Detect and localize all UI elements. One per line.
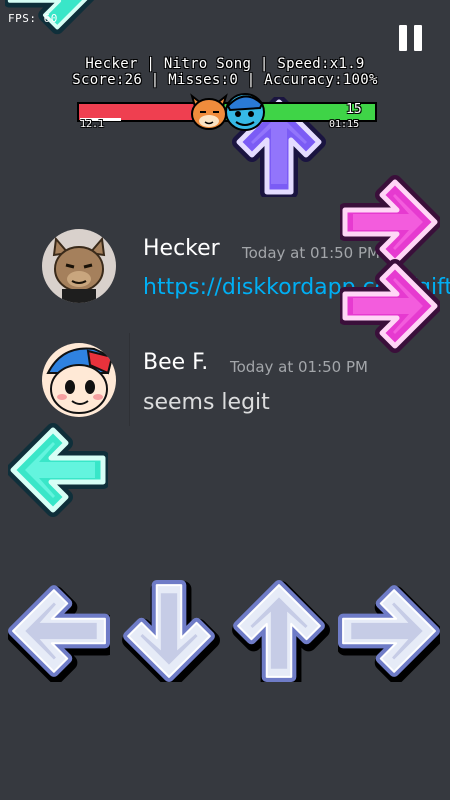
song-info: Hecker | Nitro Song | Speed:x1.9 [85, 56, 365, 72]
receptor-up[interactable] [228, 580, 330, 682]
note-right-falling [340, 256, 440, 356]
receptor-left[interactable] [8, 580, 110, 682]
avatar[interactable] [42, 343, 116, 417]
pause-button[interactable] [399, 25, 423, 51]
score-info: Score:26 | Misses:0 | Accuracy:100% [72, 72, 378, 88]
receptor-down[interactable] [118, 580, 220, 682]
note-left-falling [8, 420, 108, 520]
pause-icon [399, 25, 407, 51]
fps-counter: FPS: 60 [8, 12, 58, 25]
boyfriend-face-icon [220, 88, 270, 132]
combo-counter: 15 [346, 102, 362, 117]
pause-icon-bar [414, 25, 422, 51]
message-text: seems legit [143, 390, 270, 415]
message-author[interactable]: Bee F. [143, 350, 208, 375]
receptor-right[interactable] [338, 580, 440, 682]
time-remaining: 01:15 [329, 119, 360, 130]
left-small-readout: 12.1 [80, 119, 105, 130]
message-timestamp: Today at 01:50 PM [230, 358, 368, 376]
message-author[interactable]: Hecker [143, 236, 220, 261]
avatar[interactable] [42, 229, 116, 303]
